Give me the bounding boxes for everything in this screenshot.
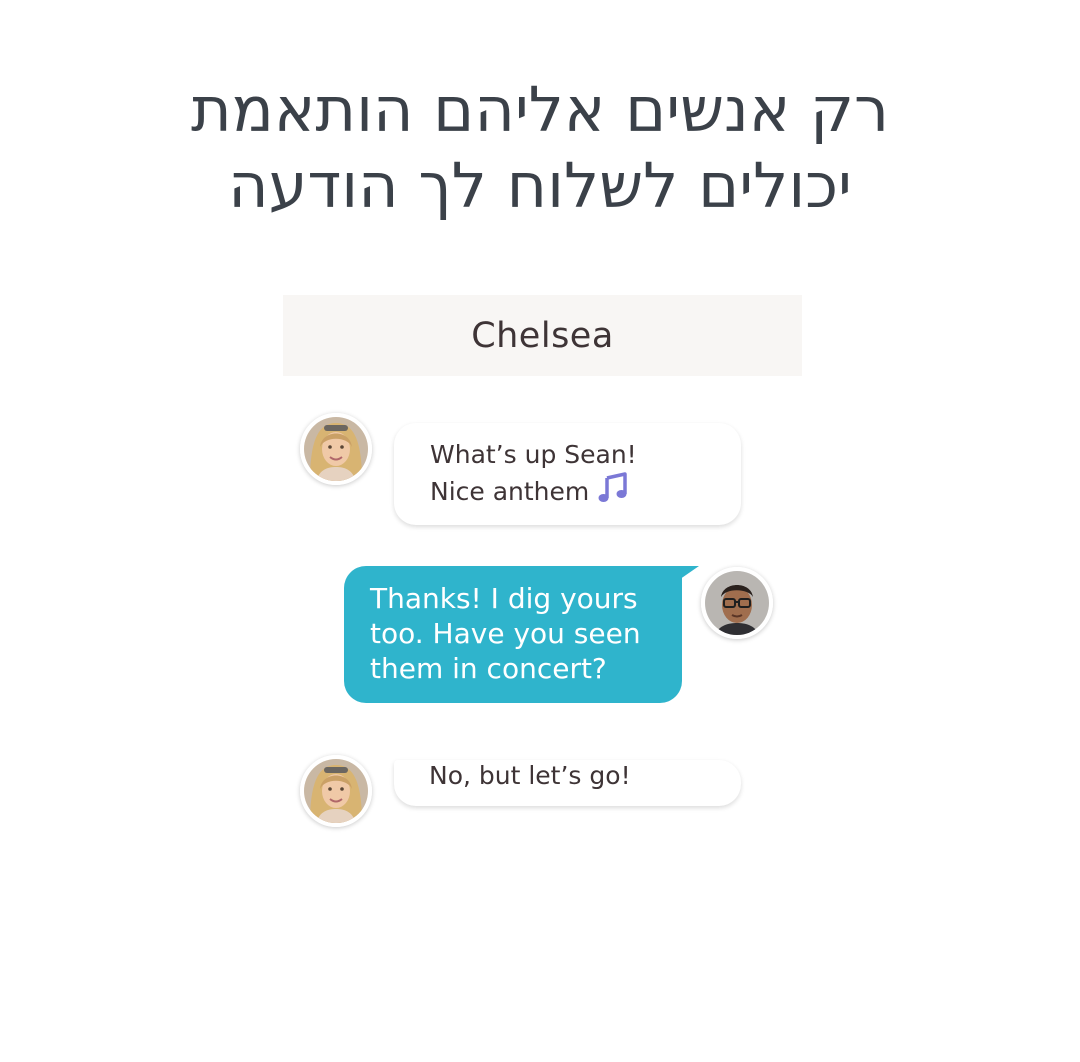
headline-line-1: רק אנשים אליהם הותאמת — [191, 73, 889, 146]
incoming-bubble-tail — [379, 759, 393, 773]
message-bubble-incoming[interactable]: No, but let’s go! — [394, 760, 741, 806]
user-avatar[interactable] — [701, 567, 773, 639]
message-bubble-outgoing[interactable]: Thanks! I dig yours too. Have you seen t… — [344, 566, 682, 703]
message-text: What’s up Sean! — [430, 440, 637, 469]
music-note-icon — [597, 472, 629, 513]
chat-screen: Chelsea What’s up Sean! Nice anthem Than… — [283, 295, 802, 1062]
message-bubble-incoming[interactable]: What’s up Sean! Nice anthem — [394, 423, 741, 525]
message-text: them in concert? — [370, 652, 607, 685]
contact-name[interactable]: Chelsea — [471, 316, 614, 356]
message-text: No, but let’s go! — [429, 761, 631, 790]
incoming-bubble-tail — [379, 420, 393, 434]
promo-headline: רק אנשים אליהם הותאמת יכולים לשלוח לך הו… — [0, 72, 1080, 224]
message-text: Thanks! I dig yours — [370, 582, 638, 615]
headline-line-2: יכולים לשלוח לך הודעה — [228, 149, 852, 222]
message-text: Nice anthem — [430, 472, 741, 513]
message-text: too. Have you seen — [370, 617, 641, 650]
chat-header: Chelsea — [283, 295, 802, 376]
contact-avatar[interactable] — [300, 755, 372, 827]
contact-avatar[interactable] — [300, 413, 372, 485]
